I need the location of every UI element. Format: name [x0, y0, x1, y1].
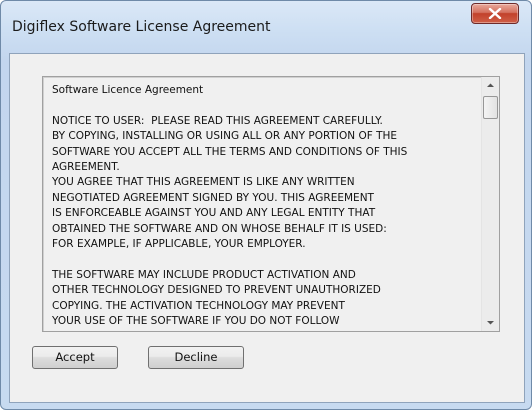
- scroll-down-arrow-icon: [487, 321, 494, 325]
- vertical-scrollbar[interactable]: [481, 77, 499, 331]
- scroll-thumb[interactable]: [483, 96, 498, 119]
- accept-button[interactable]: Accept: [32, 346, 118, 369]
- close-button[interactable]: [471, 3, 519, 24]
- scroll-up-button[interactable]: [482, 77, 499, 94]
- license-dialog-window: Digiflex Software License Agreement Soft…: [0, 0, 532, 410]
- window-title: Digiflex Software License Agreement: [12, 19, 271, 35]
- scroll-up-arrow-icon: [487, 83, 494, 87]
- dialog-client-area: Software Licence Agreement NOTICE TO USE…: [9, 53, 525, 403]
- license-text: Software Licence Agreement NOTICE TO USE…: [52, 84, 408, 328]
- license-text-area[interactable]: Software Licence Agreement NOTICE TO USE…: [42, 76, 500, 332]
- scroll-down-button[interactable]: [482, 314, 499, 331]
- title-bar[interactable]: Digiflex Software License Agreement: [1, 1, 531, 53]
- close-x-icon: [488, 8, 502, 19]
- decline-button[interactable]: Decline: [148, 346, 244, 369]
